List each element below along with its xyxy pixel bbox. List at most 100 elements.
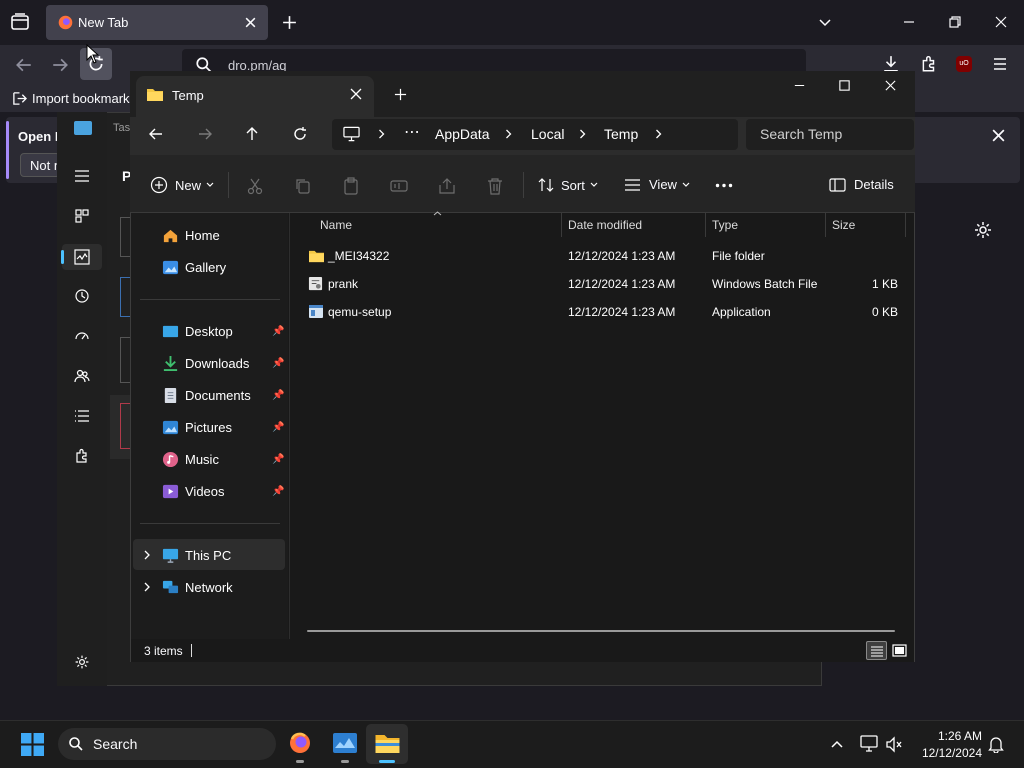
forward-arrow-icon[interactable] xyxy=(197,126,213,142)
windows-start-icon[interactable] xyxy=(21,733,44,756)
table-row[interactable]: prank 12/12/2024 1:23 AM Windows Batch F… xyxy=(300,270,906,298)
tm-app-history-icon[interactable] xyxy=(70,284,94,308)
banner-not-now-button[interactable]: Not n xyxy=(20,153,61,177)
new-tab-plus-icon[interactable] xyxy=(394,88,407,101)
horizontal-scrollbar[interactable] xyxy=(307,630,895,632)
column-header-size[interactable]: Size xyxy=(832,218,855,232)
this-pc-icon[interactable] xyxy=(343,126,360,142)
search-box[interactable]: Search Temp xyxy=(746,119,914,150)
tm-details-icon[interactable] xyxy=(70,404,94,428)
tm-menu-icon[interactable] xyxy=(70,164,94,188)
clock[interactable]: 1:26 AM 12/12/2024 xyxy=(912,729,982,761)
close-tab-icon[interactable] xyxy=(244,16,257,29)
task-manager-taskbar-icon[interactable] xyxy=(332,732,358,754)
firefox-tab-new-tab[interactable]: New Tab xyxy=(46,5,268,40)
chevron-right-icon[interactable] xyxy=(143,550,151,560)
details-pane-button[interactable]: Details xyxy=(829,177,894,192)
banner-close-icon[interactable] xyxy=(991,128,1006,143)
explorer-tab-temp[interactable]: Temp xyxy=(136,76,374,118)
pin-icon[interactable]: 📌 xyxy=(272,454,284,465)
chevron-right-icon[interactable] xyxy=(143,582,151,592)
breadcrumb-temp[interactable]: Temp xyxy=(604,126,638,142)
pin-icon[interactable]: 📌 xyxy=(272,326,284,337)
cut-icon[interactable] xyxy=(246,177,264,195)
settings-gear-icon[interactable] xyxy=(973,220,993,240)
firefox-close-icon[interactable] xyxy=(994,15,1008,29)
pin-icon[interactable]: 📌 xyxy=(272,422,284,433)
column-separator[interactable] xyxy=(561,213,562,237)
refresh-icon[interactable] xyxy=(292,126,308,142)
column-separator[interactable] xyxy=(705,213,706,237)
explorer-close-icon[interactable] xyxy=(884,79,897,92)
chevron-right-icon[interactable] xyxy=(578,129,587,139)
tm-users-icon[interactable] xyxy=(70,364,94,388)
firefox-restore-icon[interactable] xyxy=(948,15,962,29)
chevron-right-icon[interactable] xyxy=(654,129,663,139)
ublock-origin-icon[interactable]: uO xyxy=(956,56,972,72)
breadcrumb-appdata[interactable]: AppData xyxy=(435,126,489,142)
table-row[interactable]: qemu-setup 12/12/2024 1:23 AM Applicatio… xyxy=(300,298,906,326)
tm-processes-icon[interactable] xyxy=(70,204,94,228)
firefox-taskbar-icon[interactable] xyxy=(288,731,312,755)
explorer-maximize-icon[interactable] xyxy=(838,79,851,92)
delete-trash-icon[interactable] xyxy=(486,177,504,195)
breadcrumb-local[interactable]: Local xyxy=(531,126,564,142)
column-separator[interactable] xyxy=(825,213,826,237)
nav-item-downloads[interactable]: Downloads xyxy=(162,351,249,375)
list-all-tabs-chevron-icon[interactable] xyxy=(817,14,833,30)
breadcrumb-overflow-icon[interactable]: ⋯ xyxy=(404,122,420,142)
nav-item-music[interactable]: Music xyxy=(162,447,219,471)
hamburger-menu-icon[interactable] xyxy=(992,56,1008,72)
back-arrow-icon[interactable] xyxy=(15,56,33,74)
import-bookmarks-button[interactable]: Import bookmarks xyxy=(12,91,136,106)
nav-item-this-pc[interactable]: This PC xyxy=(162,543,231,567)
new-button[interactable]: New xyxy=(150,176,214,194)
back-arrow-icon[interactable] xyxy=(148,126,164,142)
pin-icon[interactable]: 📌 xyxy=(272,358,284,369)
firefox-minimize-icon[interactable] xyxy=(902,15,916,29)
nav-item-gallery[interactable]: Gallery xyxy=(162,255,226,279)
column-separator[interactable] xyxy=(905,213,906,237)
nav-item-pictures[interactable]: Pictures xyxy=(162,415,232,439)
taskbar-search[interactable]: Search xyxy=(58,728,276,760)
large-icons-view-button[interactable] xyxy=(890,641,909,660)
tm-services-icon[interactable] xyxy=(70,444,94,468)
pin-icon[interactable]: 📌 xyxy=(272,390,284,401)
tm-settings-icon[interactable] xyxy=(70,650,94,674)
details-view-button[interactable] xyxy=(866,641,887,660)
explorer-minimize-icon[interactable] xyxy=(793,79,806,92)
up-arrow-icon[interactable] xyxy=(244,126,260,142)
paste-icon[interactable] xyxy=(342,177,360,195)
forward-arrow-icon[interactable] xyxy=(51,56,69,74)
file-explorer-taskbar-icon[interactable] xyxy=(374,732,401,754)
close-tab-icon[interactable] xyxy=(350,88,362,100)
table-row[interactable]: _MEI34322 12/12/2024 1:23 AM File folder xyxy=(300,242,906,270)
nav-item-videos[interactable]: Videos xyxy=(162,479,225,503)
column-header-name[interactable]: Name xyxy=(320,218,352,232)
tm-performance-icon[interactable] xyxy=(70,245,94,269)
more-options-icon[interactable] xyxy=(715,183,733,188)
firefox-view-icon[interactable] xyxy=(8,10,32,34)
notification-bell-icon[interactable] xyxy=(988,736,1004,753)
volume-muted-icon[interactable] xyxy=(885,736,903,753)
sort-button[interactable]: Sort xyxy=(538,177,598,193)
extensions-puzzle-icon[interactable] xyxy=(920,55,938,73)
running-indicator xyxy=(296,760,304,763)
pin-icon[interactable]: 📌 xyxy=(272,486,284,497)
share-icon[interactable] xyxy=(438,177,456,195)
nav-item-desktop[interactable]: Desktop xyxy=(162,319,233,343)
rename-icon[interactable] xyxy=(390,177,408,195)
chevron-right-icon[interactable] xyxy=(504,129,513,139)
chevron-right-icon[interactable] xyxy=(377,129,386,139)
tm-startup-icon[interactable] xyxy=(70,324,94,348)
nav-item-network[interactable]: Network xyxy=(162,575,233,599)
nav-item-home[interactable]: Home xyxy=(162,223,220,247)
nav-item-documents[interactable]: Documents xyxy=(162,383,251,407)
column-header-type[interactable]: Type xyxy=(712,218,738,232)
copy-icon[interactable] xyxy=(294,177,312,195)
view-button[interactable]: View xyxy=(624,177,690,192)
chevron-up-icon[interactable] xyxy=(830,737,844,751)
network-tray-icon[interactable] xyxy=(860,735,878,752)
new-tab-plus-icon[interactable] xyxy=(281,14,298,31)
column-header-date-modified[interactable]: Date modified xyxy=(568,218,642,232)
